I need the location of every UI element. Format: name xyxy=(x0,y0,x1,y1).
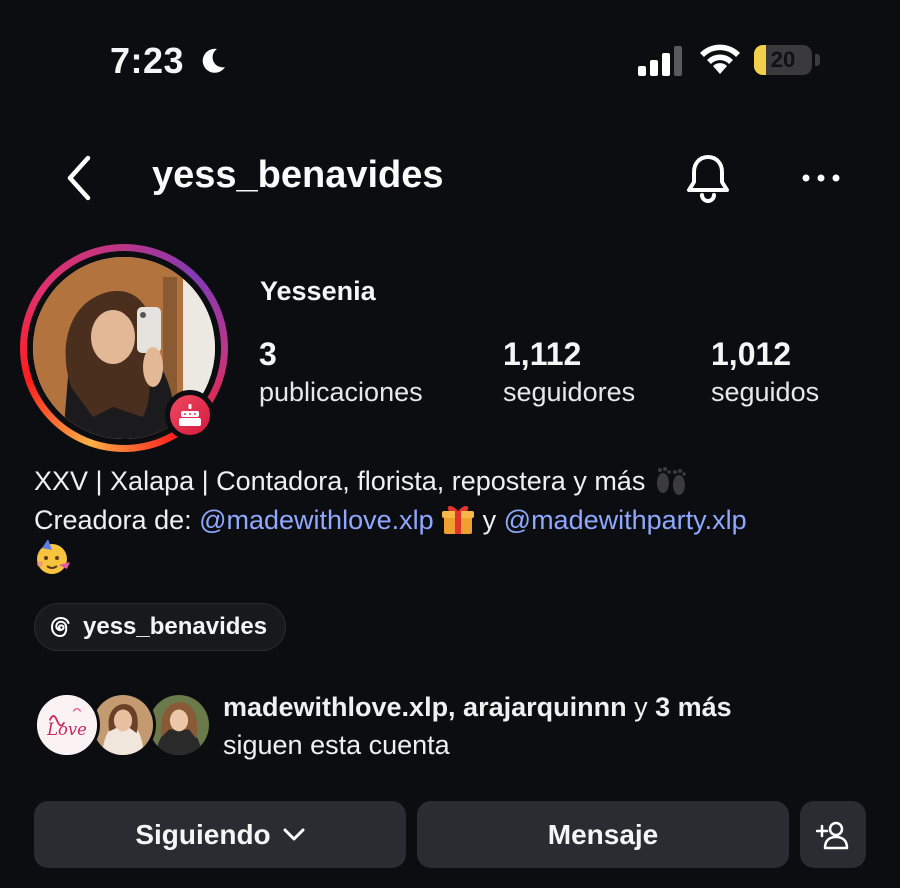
moon-icon xyxy=(202,48,225,73)
battery-nub xyxy=(815,54,820,66)
message-button-label: Mensaje xyxy=(547,818,659,850)
message-button[interactable]: Mensaje xyxy=(417,801,789,868)
add-person-button[interactable] xyxy=(800,801,866,868)
bio-creator-prefix: Creadora de: xyxy=(34,505,200,535)
status-bar: 7:23 20 xyxy=(0,0,900,120)
posts-label: publicaciones xyxy=(259,377,423,407)
page-title-username: yess_benavides xyxy=(152,154,444,196)
back-chevron-icon[interactable] xyxy=(60,150,100,206)
svg-text:Love: Love xyxy=(46,720,87,739)
stat-followers[interactable]: 1,112 seguidores xyxy=(503,336,635,410)
bio-text: XXV | Xalapa | Contadora, florista, repo… xyxy=(34,466,646,496)
more-icon[interactable] xyxy=(800,168,842,188)
profile-avatar[interactable] xyxy=(20,244,228,452)
gift-emoji xyxy=(442,506,475,534)
wifi-icon xyxy=(700,44,740,74)
followers-count: 1,112 xyxy=(503,336,582,372)
following-button[interactable]: Siguiendo xyxy=(34,801,406,868)
threads-link-chip[interactable]: yess_benavides xyxy=(34,603,287,651)
following-count: 1,012 xyxy=(711,336,792,372)
avatar: Love xyxy=(34,692,100,758)
followed-by-text[interactable]: madewithlove.xlp, arajarquinnn y 3 más s… xyxy=(223,688,732,764)
bio-connector: y xyxy=(475,505,504,535)
followed-by-connector: y xyxy=(626,692,656,722)
footprints-emoji xyxy=(656,467,686,495)
bio-line-2: Creadora de: @madewithlove.xlp y @madewi… xyxy=(34,501,874,540)
add-person-icon xyxy=(816,821,849,849)
threads-icon xyxy=(50,616,70,638)
followed-by-more[interactable]: 3 más xyxy=(655,692,732,722)
battery-level: 20 xyxy=(770,47,796,72)
status-time: 7:23 xyxy=(110,40,185,81)
bio: XXV | Xalapa | Contadora, florista, repo… xyxy=(34,462,874,581)
party-face-emoji xyxy=(37,540,70,574)
threads-username: yess_benavides xyxy=(83,613,268,640)
birthday-cake-icon xyxy=(165,390,215,440)
posts-count: 3 xyxy=(259,336,277,372)
stat-posts: 3 publicaciones xyxy=(259,336,423,410)
bio-line-3 xyxy=(34,540,874,581)
bell-icon[interactable] xyxy=(684,152,732,204)
mention-link-madewithlove[interactable]: @madewithlove.xlp xyxy=(199,505,434,535)
following-button-label: Siguiendo xyxy=(135,818,271,850)
battery-icon: 20 xyxy=(754,45,812,75)
signal-icon xyxy=(638,46,682,76)
profile-screen: 7:23 20 yess_benavides Yessenia 3 public… xyxy=(0,0,900,888)
followed-by-avatars[interactable]: Love xyxy=(34,692,214,762)
following-label: seguidos xyxy=(711,377,820,407)
bio-line-1: XXV | Xalapa | Contadora, florista, repo… xyxy=(34,462,874,501)
followed-by-names[interactable]: madewithlove.xlp, arajarquinnn xyxy=(223,692,627,722)
chevron-down-icon xyxy=(283,828,305,840)
display-name: Yessenia xyxy=(260,276,376,306)
followers-label: seguidores xyxy=(503,377,636,407)
stat-following[interactable]: 1,012 seguidos xyxy=(711,336,819,410)
followed-by-suffix: siguen esta cuenta xyxy=(223,730,450,760)
mention-link-madewithparty[interactable]: @madewithparty.xlp xyxy=(504,505,747,535)
